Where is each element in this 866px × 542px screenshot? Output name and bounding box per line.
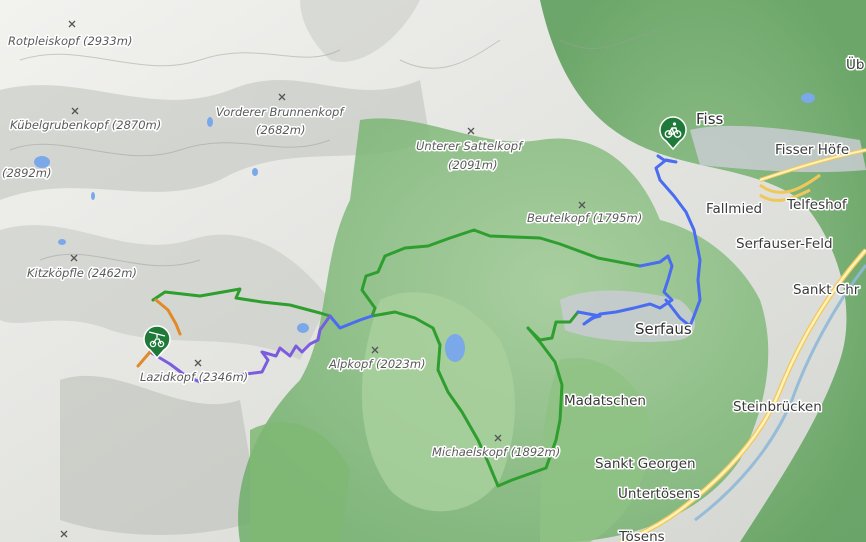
place-label: Fisser Höfe — [775, 142, 849, 158]
lake — [252, 168, 258, 176]
place-label: Telfeshof — [786, 197, 848, 213]
place-label: Üb — [846, 55, 864, 73]
peak-label: (2892m) — [2, 166, 51, 180]
place-label: Steinbrücken — [733, 399, 822, 415]
peak-label: (2682m) — [256, 123, 305, 137]
peak-label: Kitzköpfle (2462m) — [27, 266, 137, 280]
lake — [445, 334, 465, 362]
place-label: Fiss — [696, 110, 724, 128]
lake — [801, 93, 815, 103]
peak-label: Kübelgrubenkopf (2870m) — [10, 118, 161, 132]
place-label: Serfauser-Feld — [736, 236, 833, 252]
peak-label: Rotpleiskopf (2933m) — [8, 34, 132, 48]
lake — [58, 239, 66, 245]
peak-label: Alpkopf (2023m) — [328, 357, 426, 371]
lake — [91, 192, 95, 200]
peak-label: Michaelskopf (1892m) — [432, 445, 560, 459]
peak-label: Unterer Sattelkopf — [416, 139, 524, 153]
place-label: Fallmied — [706, 201, 762, 217]
peak-label: Lazidkopf (2346m) — [140, 370, 248, 384]
place-label: Sankt Chr — [793, 282, 860, 298]
lake — [207, 117, 213, 127]
peak-label: Vorderer Brunnenkopf — [216, 105, 345, 119]
place-label: Serfaus — [635, 320, 692, 338]
place-label: Tösens — [618, 529, 665, 542]
peak-label: Beutelkopf (1795m) — [527, 211, 642, 225]
place-label: Sankt Georgen — [595, 456, 696, 472]
place-label: Madatschen — [564, 393, 646, 409]
lake — [297, 323, 309, 333]
peak-label: (2091m) — [448, 158, 497, 172]
place-label: Untertösens — [618, 486, 700, 502]
map-canvas[interactable]: Rotpleiskopf (2933m) Kübelgrubenkopf (28… — [0, 0, 866, 542]
